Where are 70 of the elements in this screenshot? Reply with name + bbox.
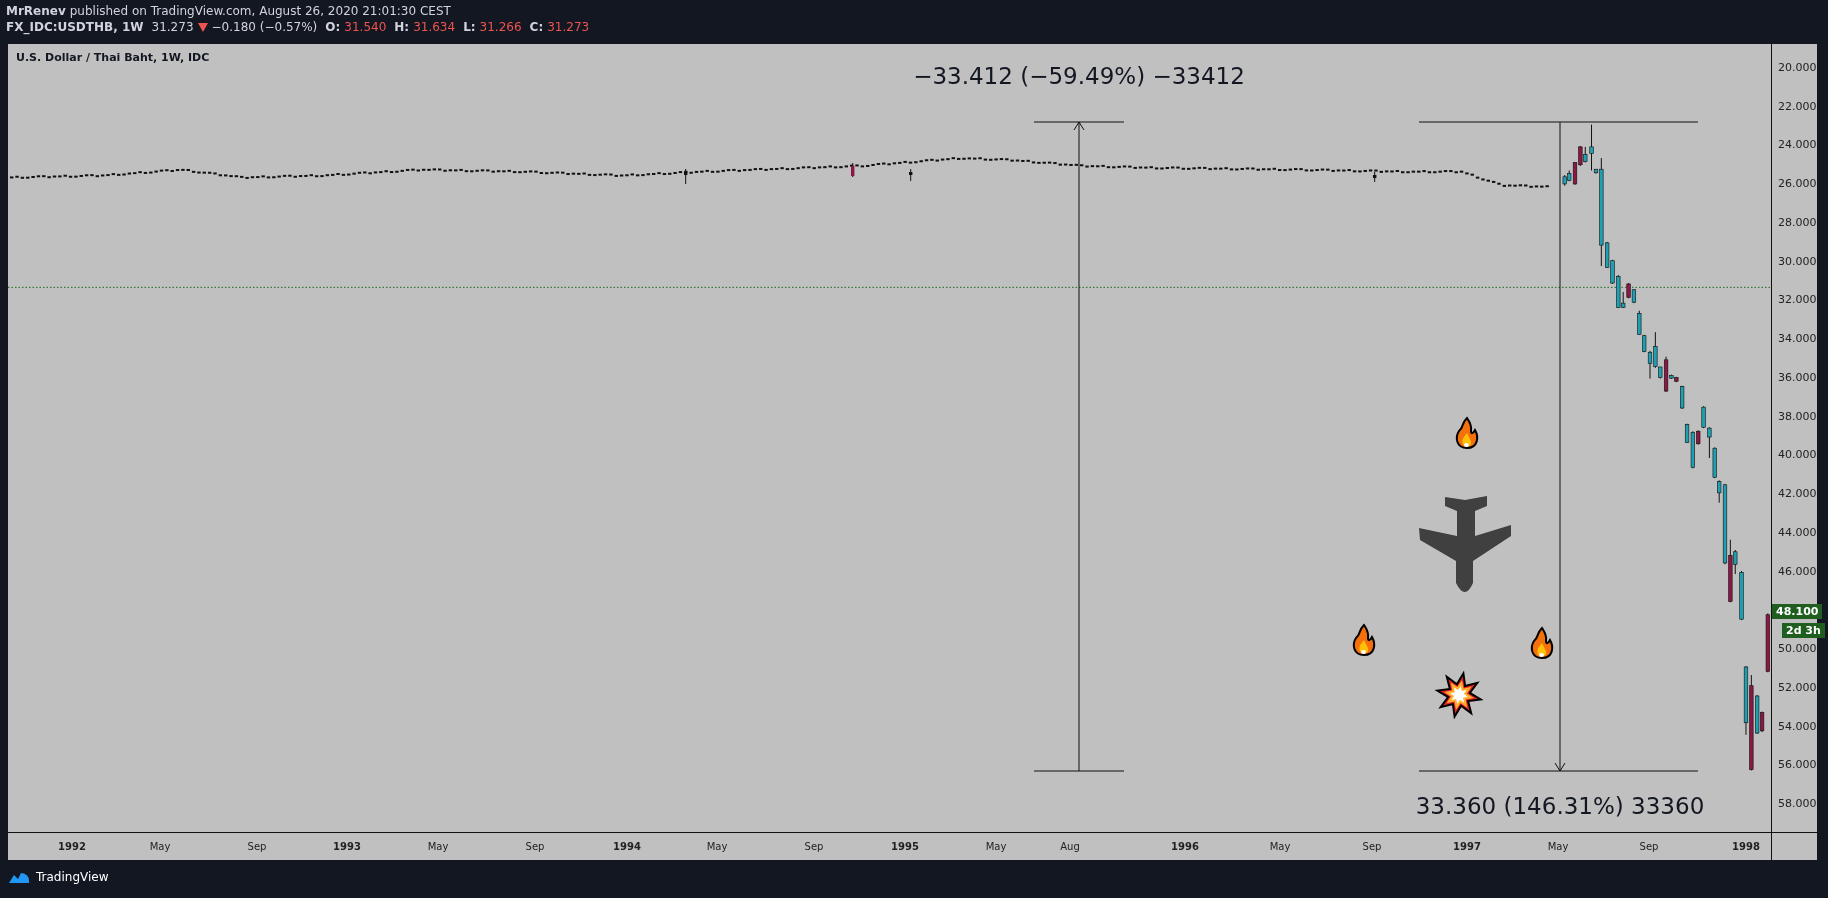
time-label: Aug <box>1060 841 1080 852</box>
price-label: 38.000 <box>1778 409 1817 423</box>
price-label: 30.000 <box>1778 254 1817 268</box>
time-label: May <box>1269 841 1291 852</box>
price-label: 44.000 <box>1778 525 1817 539</box>
price-label: 40.000 <box>1778 448 1817 462</box>
ohlc-label: L: <box>463 20 476 34</box>
ohlc-value: 31.266 <box>479 20 522 34</box>
ohlc-value: 31.634 <box>413 20 456 34</box>
countdown-tag: 2d 3h <box>1782 623 1825 639</box>
airplane-icon[interactable] <box>1419 496 1511 592</box>
time-label: May <box>149 841 171 852</box>
time-label: 1998 <box>1732 841 1760 852</box>
time-label: May <box>427 841 449 852</box>
chart-title: U.S. Dollar / Thai Baht, 1W, IDC <box>16 51 210 64</box>
ohlc-label: H: <box>394 20 410 34</box>
last-price: 31.273 <box>151 20 194 34</box>
price-label: 22.000 <box>1778 99 1817 113</box>
time-label: May <box>706 841 728 852</box>
candle <box>684 168 688 185</box>
symbol-name: FX_IDC:USDTHB, 1W <box>6 20 144 34</box>
time-label: Sep <box>247 841 267 852</box>
time-label: 1997 <box>1453 841 1481 852</box>
time-label: May <box>1547 841 1569 852</box>
price-label: 20.000 <box>1778 61 1817 74</box>
time-label: 1994 <box>613 841 641 852</box>
time-label: Sep <box>1362 841 1382 852</box>
time-label: 1995 <box>891 841 919 852</box>
candle <box>1680 385 1685 410</box>
price-label: 36.000 <box>1778 370 1817 384</box>
ohlc-value: 31.540 <box>344 20 387 34</box>
ohlc-label: O: <box>325 20 341 34</box>
fire-icon[interactable] <box>1530 627 1554 659</box>
price-label: 24.000 <box>1778 138 1817 152</box>
ohlc-value: 31.273 <box>547 20 590 34</box>
time-label: Sep <box>804 841 824 852</box>
price-label: 26.000 <box>1778 177 1817 191</box>
tradingview-logo-icon[interactable] <box>8 870 30 884</box>
price-label: 50.000 <box>1778 642 1817 656</box>
measure-label: −33.412 (−59.49%) −33412 <box>913 63 1245 89</box>
price-label: 56.000 <box>1778 758 1817 772</box>
measure-label: 33.360 (146.31%) 33360 <box>1415 793 1705 819</box>
time-label: 1992 <box>58 841 86 852</box>
fire-icon[interactable] <box>1455 417 1479 449</box>
brand-name[interactable]: TradingView <box>36 870 109 884</box>
author-name[interactable]: MrRenev <box>6 4 66 18</box>
time-label: 1996 <box>1171 841 1199 852</box>
time-label: 1993 <box>333 841 361 852</box>
price-label: 34.000 <box>1778 332 1817 346</box>
measure-drawing[interactable] <box>1033 121 1125 772</box>
candle <box>851 162 855 178</box>
price-label: 46.000 <box>1778 564 1817 578</box>
price-label: 58.000 <box>1778 797 1817 811</box>
ohlc-label: C: <box>529 20 544 34</box>
last-price-tag: 48.100 <box>1772 604 1823 620</box>
price-label: 54.000 <box>1778 719 1817 733</box>
time-label: May <box>985 841 1007 852</box>
publish-info: published on TradingView.com, August 26, 2020 21:01:30 CEST <box>69 4 451 18</box>
price-label: 42.000 <box>1778 487 1817 501</box>
price-change: −0.180 (−0.57%) <box>211 20 318 34</box>
fire-icon[interactable] <box>1352 624 1376 656</box>
time-label: Sep <box>1639 841 1659 852</box>
measure-drawing[interactable] <box>1418 121 1699 772</box>
explosion-icon[interactable] <box>1434 670 1484 720</box>
price-label: 28.000 <box>1778 215 1817 229</box>
candle <box>909 168 913 182</box>
price-label: 52.000 <box>1778 680 1817 694</box>
price-label: 32.000 <box>1778 293 1817 307</box>
candle <box>1373 171 1377 183</box>
time-label: Sep <box>525 841 545 852</box>
